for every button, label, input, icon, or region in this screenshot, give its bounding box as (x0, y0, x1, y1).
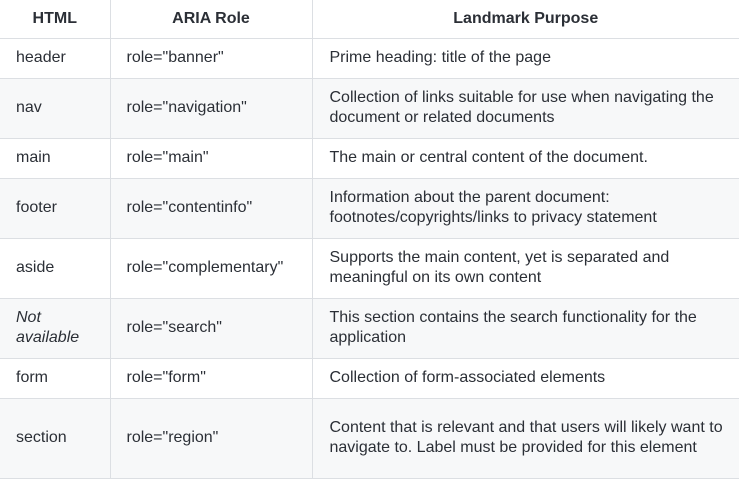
html-element-cell: aside (0, 237, 111, 299)
landmark-roles-table: HTML ARIA Role Landmark Purpose header r… (0, 0, 739, 479)
aria-role-cell: role="navigation" (109, 77, 313, 139)
landmark-purpose-cell: Prime heading: title of the page (311, 37, 739, 79)
table-row: footer role="contentinfo" Information ab… (0, 177, 739, 239)
html-element-cell: main (0, 137, 111, 179)
table-header-row: HTML ARIA Role Landmark Purpose (0, 0, 739, 39)
aria-role-cell: role="contentinfo" (109, 177, 313, 239)
column-header-aria-role: ARIA Role (109, 0, 313, 39)
landmark-purpose-cell: The main or central content of the docum… (311, 137, 739, 179)
html-element-cell: form (0, 357, 111, 399)
html-element-cell: footer (0, 177, 111, 239)
table-row: Not available role="search" This section… (0, 297, 739, 359)
landmark-purpose-cell: Content that is relevant and that users … (311, 397, 739, 479)
landmark-purpose-cell: Collection of form-associated elements (311, 357, 739, 399)
aria-role-cell: role="complementary" (109, 237, 313, 299)
table-row: form role="form" Collection of form-asso… (0, 357, 739, 399)
landmark-purpose-cell: Collection of links suitable for use whe… (311, 77, 739, 139)
table-row: header role="banner" Prime heading: titl… (0, 37, 739, 79)
aria-role-cell: role="main" (109, 137, 313, 179)
table-row: section role="region" Content that is re… (0, 397, 739, 479)
table-row: main role="main" The main or central con… (0, 137, 739, 179)
aria-role-cell: role="form" (109, 357, 313, 399)
aria-role-cell: role="banner" (109, 37, 313, 79)
column-header-html: HTML (0, 0, 111, 39)
table-row: aside role="complementary" Supports the … (0, 237, 739, 299)
html-element-cell: section (0, 397, 111, 479)
aria-role-cell: role="search" (109, 297, 313, 359)
column-header-landmark-purpose: Landmark Purpose (311, 0, 739, 39)
landmark-purpose-cell: Information about the parent document: f… (311, 177, 739, 239)
aria-role-cell: role="region" (109, 397, 313, 479)
html-element-cell: header (0, 37, 111, 79)
html-element-cell: nav (0, 77, 111, 139)
table-row: nav role="navigation" Collection of link… (0, 77, 739, 139)
landmark-purpose-cell: Supports the main content, yet is separa… (311, 237, 739, 299)
html-element-cell: Not available (0, 297, 111, 359)
landmark-purpose-cell: This section contains the search functio… (311, 297, 739, 359)
